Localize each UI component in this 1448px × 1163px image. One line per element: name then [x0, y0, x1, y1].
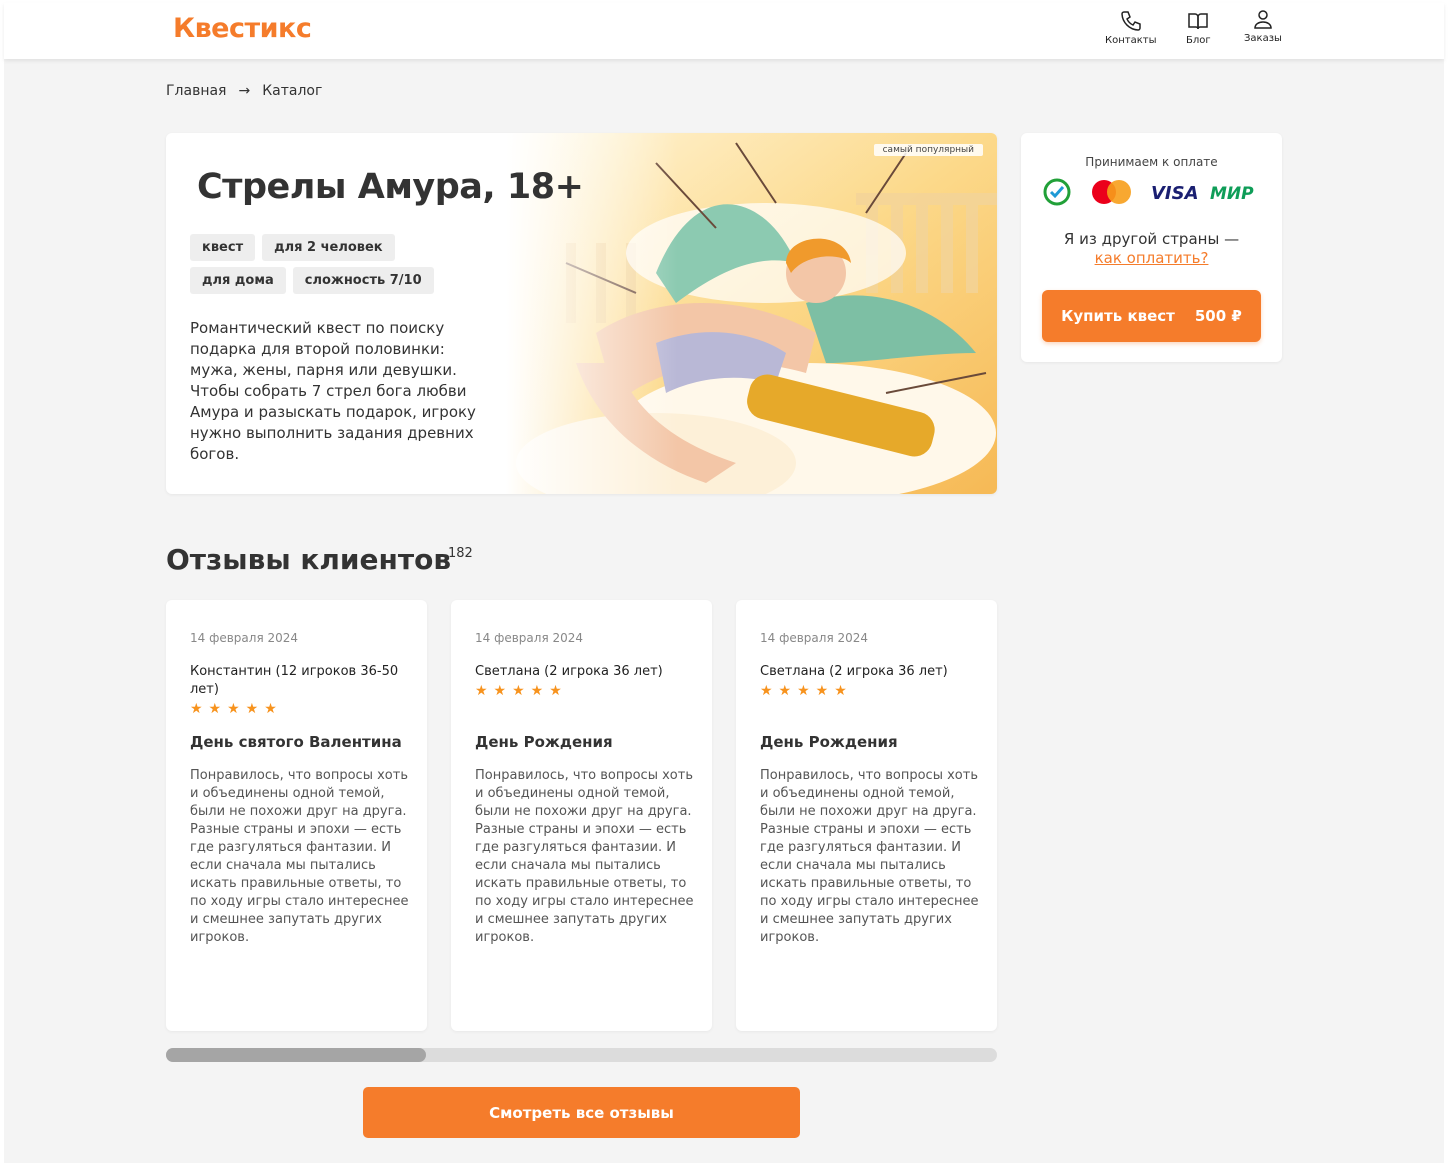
- review-author: Светлана (2 игрока 36 лет): [475, 664, 663, 679]
- nav-contacts[interactable]: Контакты: [1105, 9, 1156, 46]
- mastercard-icon: [1092, 180, 1131, 204]
- user-icon: [1254, 10, 1272, 29]
- visa-icon: VISA: [1151, 183, 1199, 204]
- review-heading: День Рождения: [475, 733, 613, 751]
- page: Квестикс Контакты Блог Заказы Главная → …: [4, 3, 1444, 1163]
- review-rating: ★★★★★: [190, 701, 283, 717]
- review-card: 14 февраля 2024 Светлана (2 игрока 36 ле…: [736, 600, 997, 1031]
- review-text: Понравилось, что вопросы хоть и объедине…: [475, 768, 694, 945]
- review-rating: ★★★★★: [475, 683, 568, 699]
- breadcrumb: Главная → Каталог: [166, 83, 322, 99]
- reviews-count: 182: [448, 546, 473, 561]
- nav-blog-label: Блог: [1186, 35, 1211, 46]
- other-country-text: Я из другой страны —: [1063, 230, 1240, 248]
- tag-players: для 2 человек: [262, 234, 395, 261]
- all-reviews-button[interactable]: Смотреть все отзывы: [363, 1087, 800, 1138]
- popular-badge: самый популярный: [873, 144, 983, 156]
- breadcrumb-separator: →: [238, 83, 251, 99]
- payment-card: Принимаем к оплате VISA МИР Я из другой …: [1021, 133, 1282, 362]
- sber-icon: [1043, 178, 1071, 206]
- mir-icon: МИР: [1210, 184, 1254, 204]
- quest-description: Романтический квест по поиску подарка дл…: [190, 319, 476, 463]
- reviews-scrollbar[interactable]: [166, 1048, 997, 1062]
- review-rating: ★★★★★: [760, 683, 853, 699]
- book-icon: [1188, 13, 1209, 30]
- review-text: Понравилось, что вопросы хоть и объедине…: [190, 768, 409, 945]
- other-country: Я из другой страны — как оплатить?: [1021, 230, 1282, 268]
- review-author: Светлана (2 игрока 36 лет): [760, 664, 948, 679]
- review-date: 14 февраля 2024: [190, 631, 299, 645]
- review-heading: День Рождения: [760, 733, 898, 751]
- site-header: Квестикс Контакты Блог Заказы: [4, 3, 1444, 59]
- nav-contacts-label: Контакты: [1105, 35, 1157, 46]
- phone-icon: [1120, 11, 1141, 31]
- buy-quest-label: Купить квест: [1061, 307, 1175, 325]
- reviews-title: Отзывы клиентов: [166, 543, 452, 576]
- quest-tags: квест для 2 человек для дома сложность 7…: [190, 234, 490, 294]
- review-date: 14 февраля 2024: [475, 631, 584, 645]
- tag-difficulty: сложность 7/10: [292, 267, 434, 294]
- how-to-pay-link[interactable]: как оплатить?: [1021, 249, 1282, 268]
- breadcrumb-home[interactable]: Главная: [166, 83, 226, 99]
- review-date: 14 февраля 2024: [760, 631, 869, 645]
- review-author: Константин (12 игроков 36-50 лет): [190, 664, 399, 697]
- breadcrumb-catalog[interactable]: Каталог: [262, 83, 322, 99]
- review-heading: День святого Валентина: [190, 733, 402, 751]
- quest-title: Стрелы Амура, 18+: [197, 167, 584, 207]
- buy-quest-price: 500 ₽: [1194, 307, 1242, 325]
- tag-location: для дома: [190, 267, 286, 294]
- buy-quest-button[interactable]: Купить квест 500 ₽: [1042, 290, 1261, 342]
- nav-orders[interactable]: Заказы: [1244, 7, 1282, 44]
- tag-type: квест: [190, 234, 256, 261]
- nav-blog[interactable]: Блог: [1186, 9, 1211, 46]
- review-card: 14 февраля 2024 Светлана (2 игрока 36 ле…: [451, 600, 712, 1031]
- reviews-scrollbar-thumb[interactable]: [166, 1048, 426, 1062]
- review-text: Понравилось, что вопросы хоть и объедине…: [760, 768, 979, 945]
- nav-orders-label: Заказы: [1244, 33, 1282, 44]
- payment-methods: VISA МИР: [1043, 178, 1254, 206]
- quest-card: самый популярный Стрелы Амура, 18+ квест…: [166, 133, 997, 494]
- payment-title: Принимаем к оплате: [1085, 155, 1218, 169]
- review-card: 14 февраля 2024 Константин (12 игроков 3…: [166, 600, 427, 1031]
- logo[interactable]: Квестикс: [173, 13, 312, 44]
